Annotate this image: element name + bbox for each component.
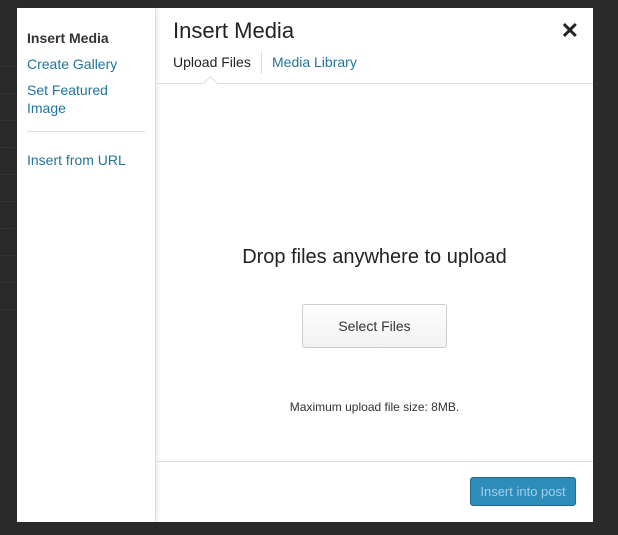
- active-tab-indicator: [202, 75, 219, 92]
- tab-divider: [261, 52, 262, 74]
- sidebar-item-insert-from-url[interactable]: Insert from URL: [27, 151, 126, 169]
- tab-upload-files[interactable]: Upload Files: [173, 54, 251, 70]
- header-divider: [156, 83, 593, 84]
- background-admin-menu: [0, 40, 16, 310]
- media-sidebar: Insert Media Create Gallery Set Featured…: [17, 8, 156, 522]
- select-files-button[interactable]: Select Files: [302, 304, 447, 348]
- page-title: Insert Media: [173, 18, 295, 43]
- sidebar-item-insert-media[interactable]: Insert Media: [27, 29, 109, 47]
- drop-instructions: Drop files anywhere to upload: [242, 246, 507, 268]
- sidebar-item-create-gallery[interactable]: Create Gallery: [27, 55, 117, 73]
- media-main: Insert Media ✕ Upload Files Media Librar…: [156, 8, 593, 522]
- max-upload-size: Maximum upload file size: 8MB.: [289, 400, 460, 414]
- tab-media-library[interactable]: Media Library: [272, 54, 357, 70]
- footer-divider: [156, 461, 593, 462]
- insert-media-modal: Insert Media Create Gallery Set Featured…: [17, 8, 593, 522]
- close-icon[interactable]: ✕: [561, 18, 579, 44]
- sidebar-item-set-featured-image[interactable]: Set Featured Image: [27, 81, 137, 117]
- sidebar-divider: [27, 131, 145, 132]
- insert-into-post-button[interactable]: Insert into post: [470, 477, 576, 506]
